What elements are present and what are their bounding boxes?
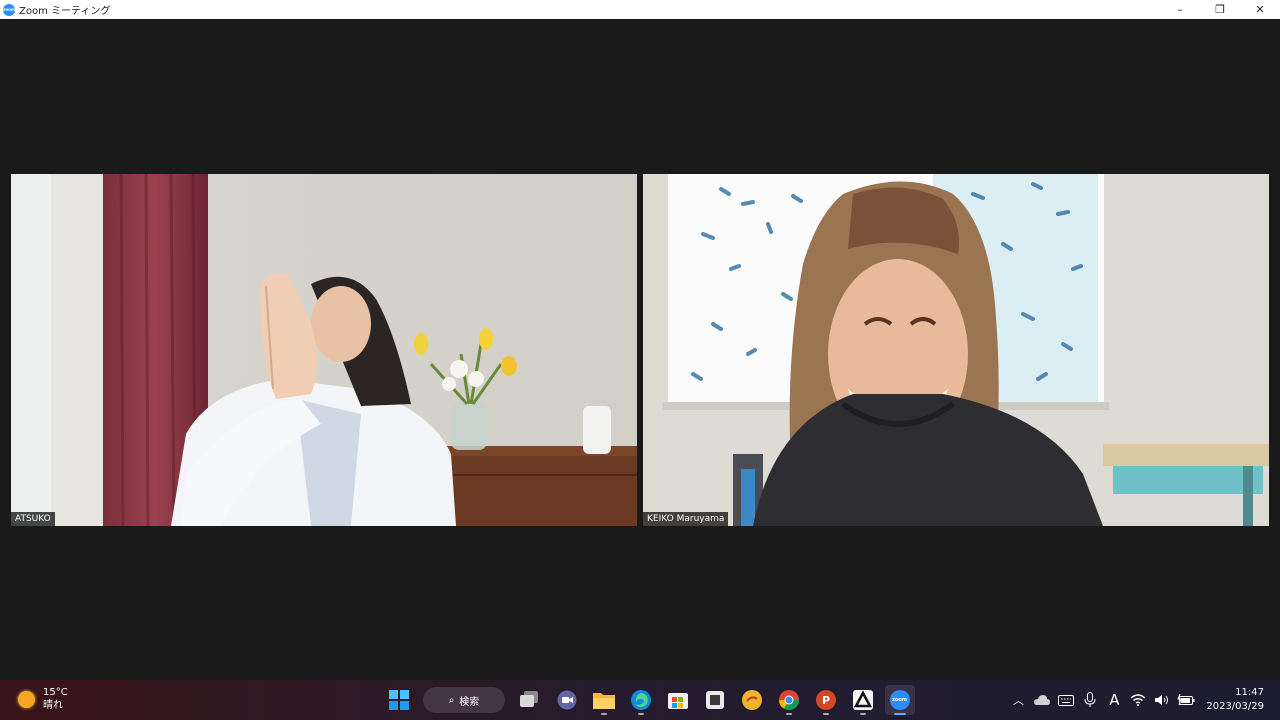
participant-video-tile[interactable]: ATSUKO [11, 174, 637, 526]
wifi-icon [1130, 694, 1146, 706]
taskbar-apps: ⌕ 検索 P zoom [380, 685, 918, 715]
file-explorer-button[interactable] [589, 685, 619, 715]
snipping-tool-icon [705, 691, 724, 709]
app-button-yellow[interactable] [737, 685, 767, 715]
start-button[interactable] [384, 685, 414, 715]
show-hidden-icons-button[interactable]: ︿ [1006, 688, 1030, 712]
running-indicator [785, 713, 792, 715]
battery-charging-icon [1177, 694, 1195, 706]
participant-video-feed [11, 174, 637, 526]
edge-icon [630, 690, 651, 710]
participant-video-feed [643, 174, 1269, 526]
teams-chat-button[interactable] [552, 685, 582, 715]
speaker-icon [1155, 695, 1169, 705]
running-indicator [822, 713, 829, 715]
onedrive-button[interactable] [1030, 688, 1054, 712]
microphone-button[interactable] [1078, 688, 1102, 712]
powerpoint-icon: P [815, 690, 836, 710]
running-indicator [637, 713, 644, 715]
active-indicator [893, 713, 906, 715]
windows-taskbar: 15°C 晴れ ⌕ 検索 P zoom ︿ A 11:47 2023/03/29 [0, 680, 1280, 720]
taskbar-search-button[interactable]: ⌕ 検索 [423, 687, 505, 713]
running-indicator [600, 713, 607, 715]
zoom-icon: zoom [889, 690, 910, 710]
edge-browser-button[interactable] [626, 685, 656, 715]
minimize-button[interactable]: – [1160, 0, 1200, 19]
network-button[interactable] [1126, 688, 1150, 712]
touch-keyboard-button[interactable] [1054, 688, 1078, 712]
svg-text:P: P [822, 694, 830, 707]
chevron-up-icon: ︿ [1012, 694, 1024, 707]
cloud-icon [1034, 695, 1051, 705]
triangle-app-button[interactable] [848, 685, 878, 715]
task-view-icon [519, 691, 538, 707]
maximize-button[interactable]: ❐ [1200, 0, 1240, 19]
sun-icon [18, 690, 35, 708]
triangle-app-icon [852, 690, 873, 710]
weather-widget[interactable]: 15°C 晴れ [18, 686, 68, 712]
chat-camera-icon [557, 690, 576, 710]
chrome-icon [778, 690, 799, 710]
snipping-tool-button[interactable] [700, 685, 730, 715]
powerpoint-button[interactable]: P [811, 685, 841, 715]
ime-mode-button[interactable]: A [1102, 688, 1126, 712]
zoom-app-icon: zoom [3, 3, 15, 16]
taskbar-clock[interactable]: 11:47 2023/03/29 [1206, 686, 1264, 714]
participant-name-label: KEIKO Maruyama [643, 512, 729, 526]
microphone-icon [1084, 692, 1096, 707]
search-label: 検索 [459, 696, 480, 708]
clock-date: 2023/03/29 [1206, 701, 1264, 712]
meeting-gallery: ATSUKO KEIKO Maruyama [0, 19, 1280, 680]
zoom-taskbar-button[interactable]: zoom [884, 685, 915, 715]
windows-logo-icon [388, 690, 409, 710]
participant-name-label: ATSUKO [11, 512, 55, 526]
system-tray: ︿ A 11:47 2023/03/29 [1006, 680, 1280, 720]
volume-button[interactable] [1150, 688, 1174, 712]
running-indicator [859, 713, 866, 715]
window-titlebar: zoom Zoom ミーティング – ❐ ✕ [0, 0, 1280, 19]
weather-text: 15°C 晴れ [43, 686, 68, 712]
close-button[interactable]: ✕ [1240, 0, 1280, 19]
search-icon: ⌕ [448, 694, 455, 706]
weather-condition: 晴れ [43, 700, 63, 711]
battery-button[interactable] [1174, 688, 1198, 712]
ime-mode-indicator: A [1109, 691, 1120, 709]
folder-icon [592, 693, 615, 709]
participant-video-tile[interactable]: KEIKO Maruyama [643, 174, 1269, 526]
clock-time: 11:47 [1235, 687, 1264, 698]
window-controls: – ❐ ✕ [1160, 0, 1280, 19]
task-view-button[interactable] [515, 685, 545, 715]
store-icon [667, 693, 688, 709]
weather-temperature: 15°C [43, 687, 68, 698]
window-title: Zoom ミーティング [19, 6, 111, 17]
yellow-app-icon [741, 690, 762, 710]
chrome-browser-button[interactable] [774, 685, 804, 715]
keyboard-icon [1058, 694, 1075, 706]
microsoft-store-button[interactable] [663, 685, 693, 715]
